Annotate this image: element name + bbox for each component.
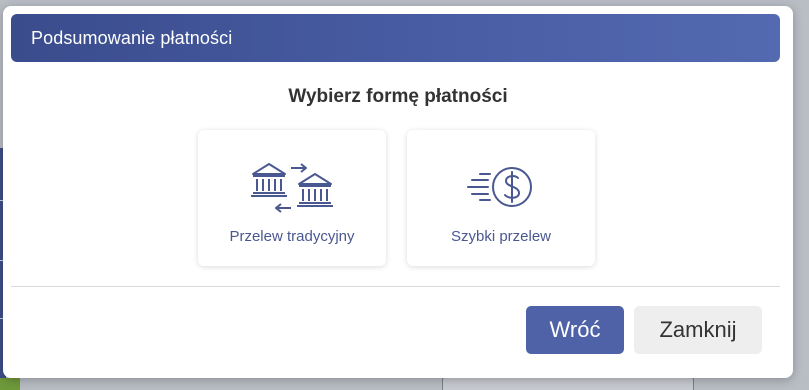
payment-summary-modal: Podsumowanie płatności Wybierz formę pła… xyxy=(3,6,793,378)
option-traditional-transfer[interactable]: Przelew tradycyjny xyxy=(198,130,386,266)
background-accent xyxy=(0,378,20,390)
option-label: Szybki przelew xyxy=(450,228,552,245)
option-label: Przelew tradycyjny xyxy=(229,228,355,245)
close-button[interactable]: Zamknij xyxy=(634,306,762,354)
payment-method-heading: Wybierz formę płatności xyxy=(288,86,508,107)
bank-transfer-icon xyxy=(198,160,386,214)
option-fast-transfer[interactable]: Szybki przelew xyxy=(407,130,595,266)
modal-divider xyxy=(11,286,780,287)
modal-title: Podsumowanie płatności xyxy=(31,27,233,48)
modal-header: Podsumowanie płatności xyxy=(11,14,780,62)
fast-dollar-icon xyxy=(407,160,595,214)
back-button[interactable]: Wróć xyxy=(526,306,624,354)
background-field xyxy=(442,376,694,390)
